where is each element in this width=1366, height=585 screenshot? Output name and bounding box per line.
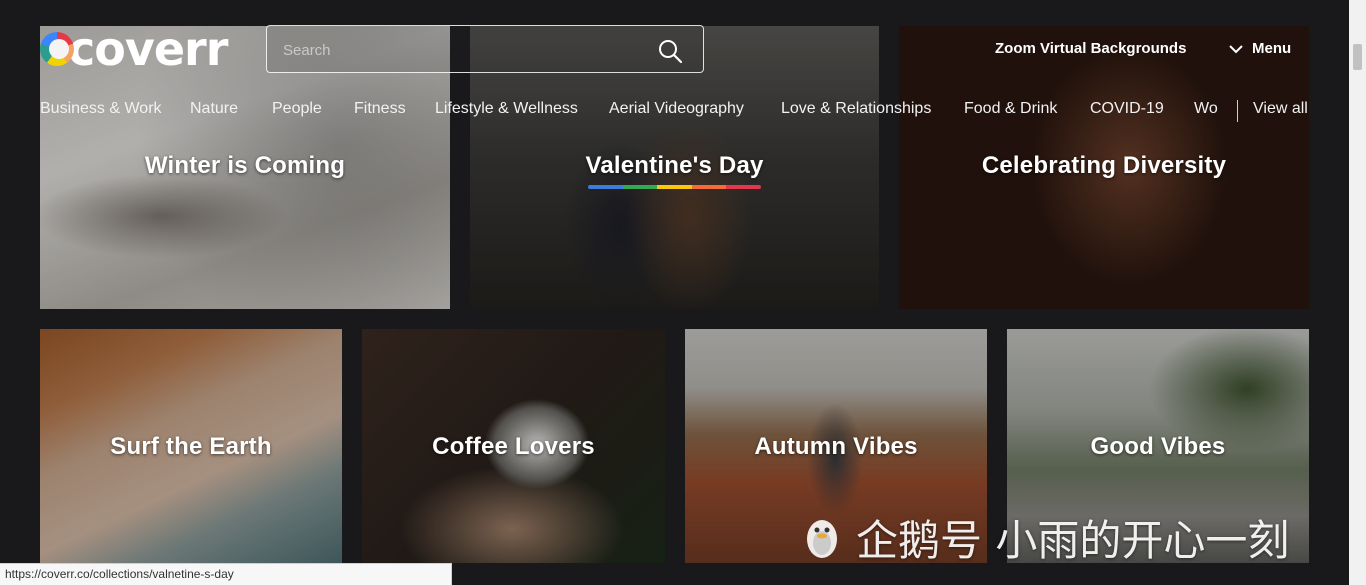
menu-button[interactable]: Menu xyxy=(1228,40,1291,57)
collection-title: Celebrating Diversity xyxy=(981,152,1227,179)
category-food-drink[interactable]: Food & Drink xyxy=(964,100,1057,118)
collection-title: Coffee Lovers xyxy=(432,433,595,460)
watermark-text: 企鹅号 小雨的开心一刻 xyxy=(856,515,1290,565)
underline-segment xyxy=(691,185,727,189)
hover-underline xyxy=(588,185,761,189)
watermark: 企鹅号 小雨的开心一刻 xyxy=(800,512,1289,565)
category-lifestyle-wellness[interactable]: Lifestyle & Wellness xyxy=(435,100,578,118)
underline-segment xyxy=(622,185,658,189)
chevron-down-icon xyxy=(1229,44,1243,53)
logo-text: coverr xyxy=(68,22,228,76)
collection-title: Winter is Coming xyxy=(144,152,346,179)
logo-rainbow-icon xyxy=(40,32,74,66)
category-covid-19[interactable]: COVID-19 xyxy=(1090,100,1164,118)
collection-title: Autumn Vibes xyxy=(754,433,918,460)
vertical-scrollbar[interactable] xyxy=(1349,0,1366,585)
collection-title: Valentine's Day xyxy=(585,152,764,179)
category-truncated[interactable]: Wo xyxy=(1194,100,1218,118)
collection-title: Surf the Earth xyxy=(110,433,272,460)
search-input[interactable] xyxy=(281,26,645,74)
search-icon[interactable] xyxy=(657,38,683,64)
penguin-logo-icon xyxy=(807,520,837,558)
view-all-link[interactable]: View all xyxy=(1253,100,1308,118)
underline-segment xyxy=(657,185,692,189)
collection-card-coffee[interactable]: Coffee Lovers xyxy=(362,329,665,563)
collection-card-diversity[interactable]: Celebrating Diversity xyxy=(899,26,1309,309)
category-aerial-videography[interactable]: Aerial Videography xyxy=(609,100,744,118)
category-fitness[interactable]: Fitness xyxy=(354,100,406,118)
search-box[interactable] xyxy=(266,25,704,74)
category-people[interactable]: People xyxy=(272,100,322,118)
collection-card-surf[interactable]: Surf the Earth xyxy=(40,329,342,563)
category-love-relationships[interactable]: Love & Relationships xyxy=(781,100,931,118)
underline-segment xyxy=(588,185,623,189)
status-bar-url: https://coverr.co/collections/valnetine-… xyxy=(0,563,452,585)
menu-label: Menu xyxy=(1252,40,1292,57)
category-nature[interactable]: Nature xyxy=(190,100,238,118)
zoom-backgrounds-link[interactable]: Zoom Virtual Backgrounds xyxy=(995,40,1186,57)
coverr-logo[interactable]: coverr xyxy=(40,22,228,76)
category-nav: Business & Work Nature People Fitness Li… xyxy=(40,100,1310,122)
scrollbar-thumb[interactable] xyxy=(1353,44,1362,70)
collection-title: Good Vibes xyxy=(1090,433,1226,460)
nav-divider xyxy=(1237,100,1238,122)
category-business-work[interactable]: Business & Work xyxy=(40,100,162,118)
underline-segment xyxy=(726,185,761,189)
